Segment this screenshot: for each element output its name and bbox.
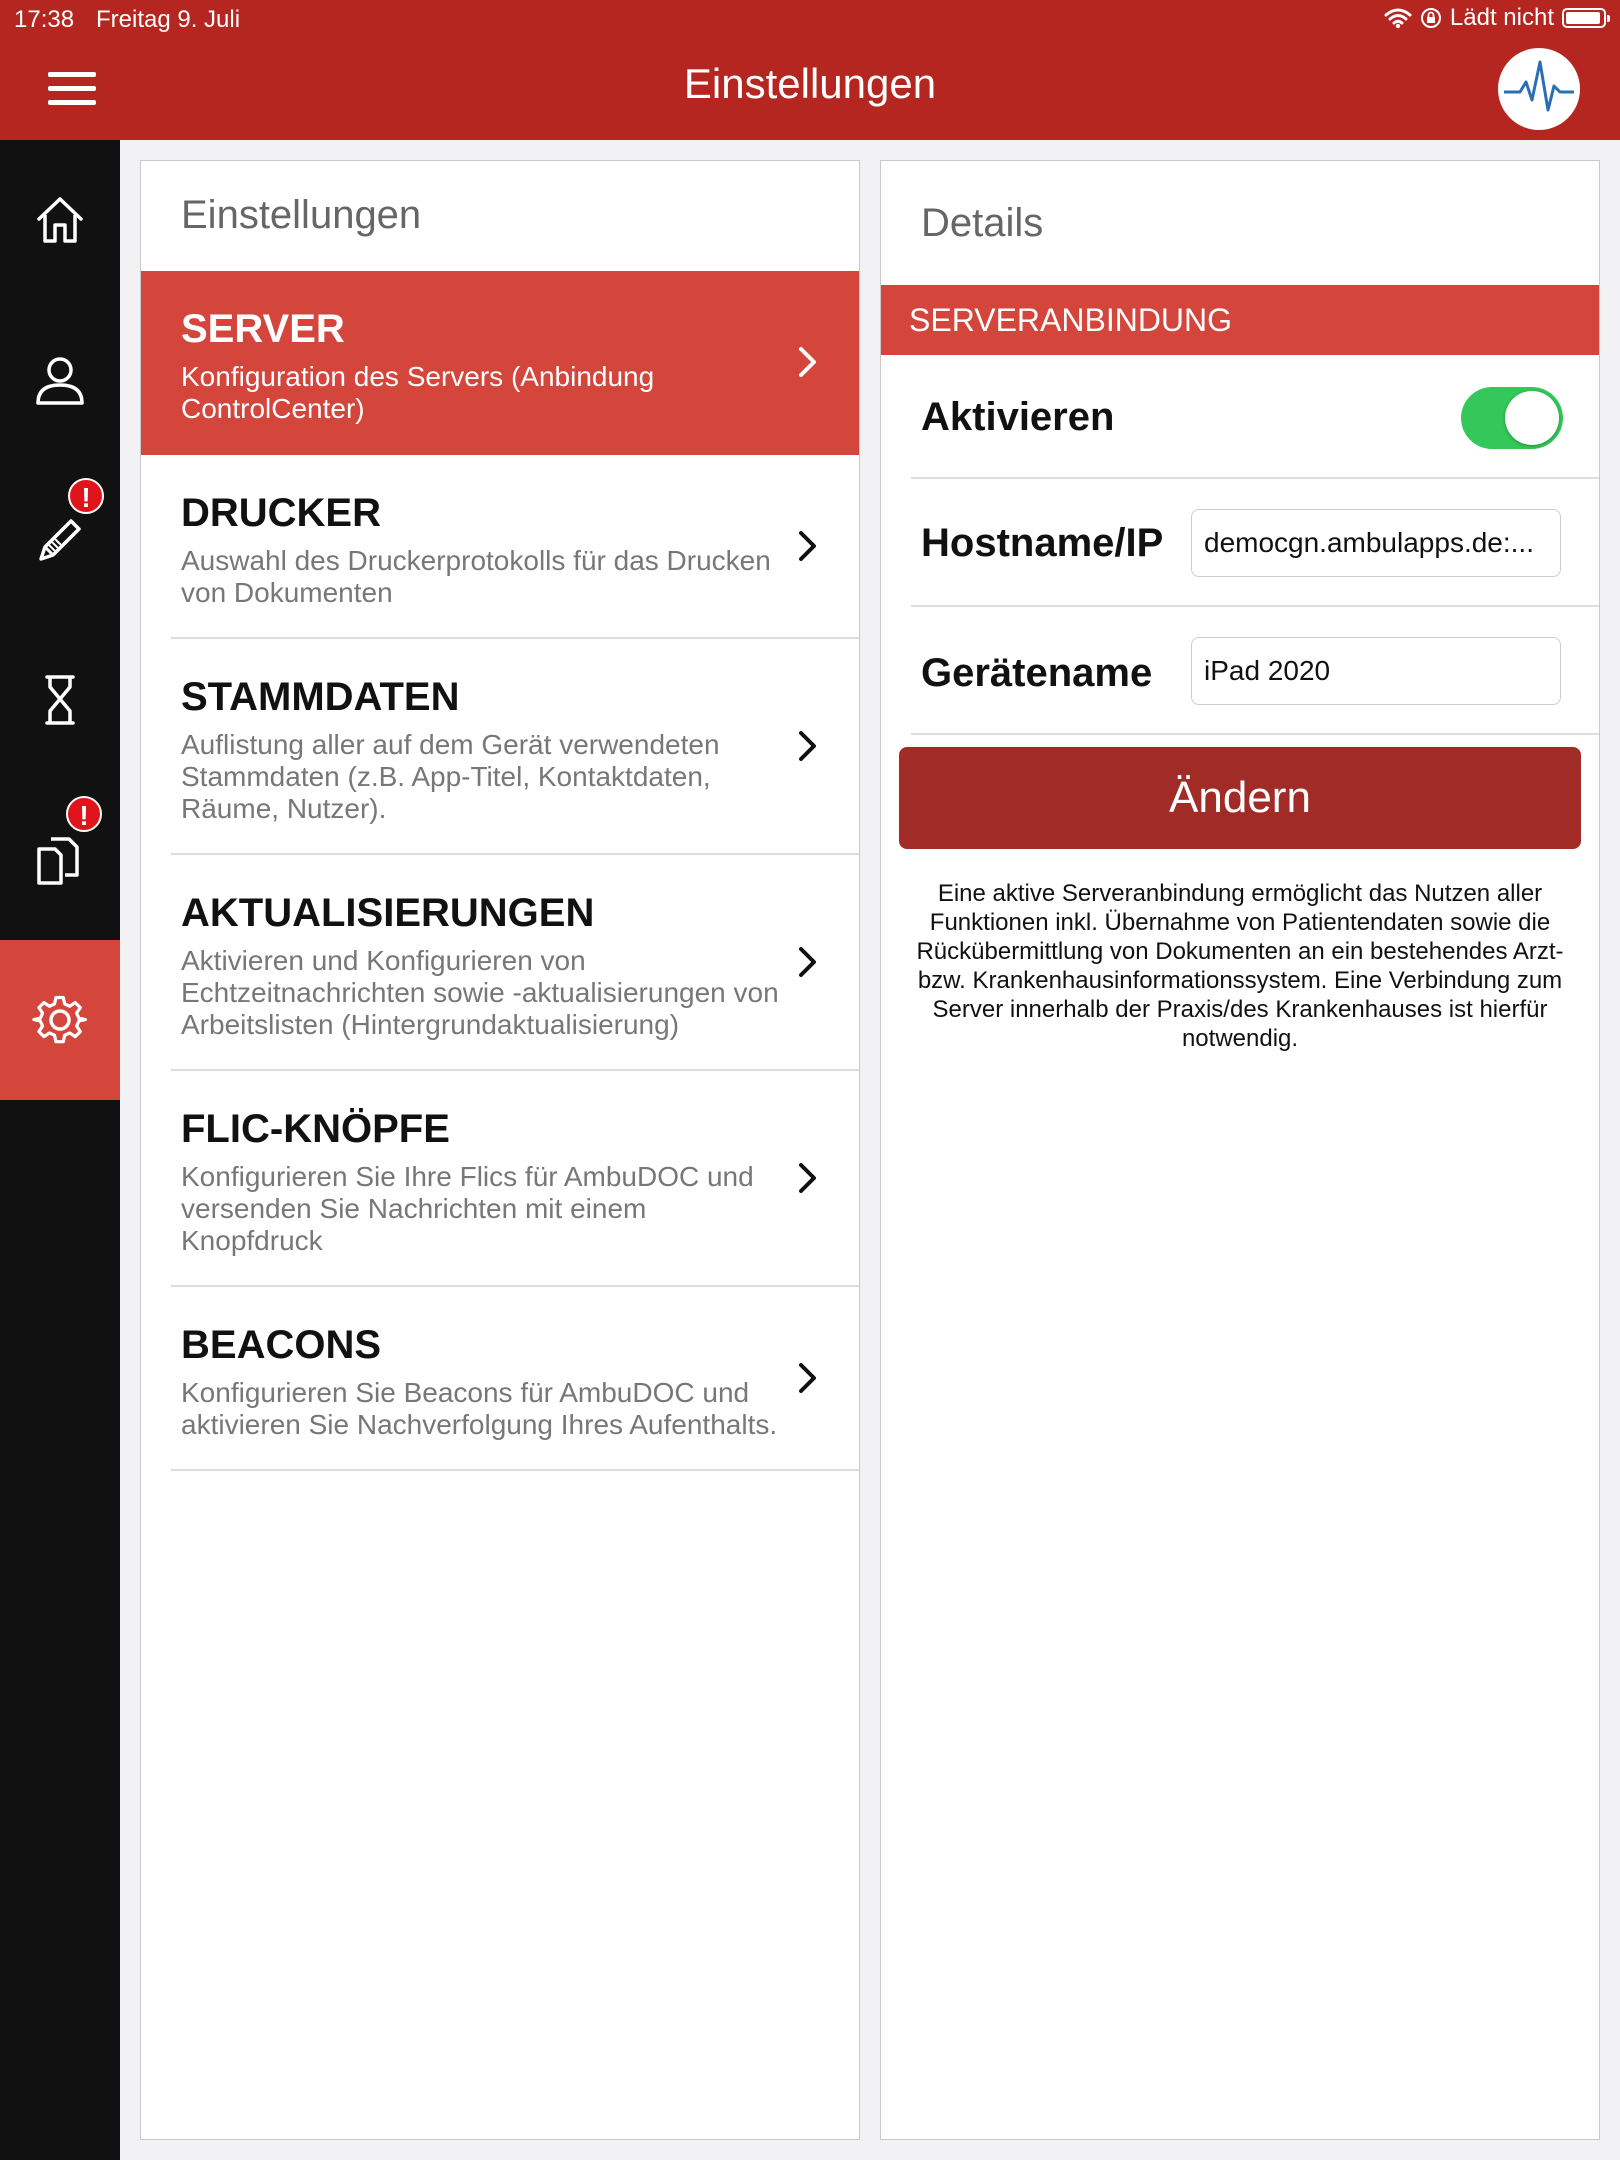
settings-heading: Einstellungen — [181, 193, 422, 237]
item-subtitle: Auflistung aller auf dem Gerät verwendet… — [181, 729, 720, 824]
status-date: Freitag 9. Juli — [96, 6, 241, 33]
settings-item-flic[interactable]: FLIC-KNÖPFE Konfigurieren Sie Ihre Flics… — [141, 1071, 859, 1287]
device-name-input[interactable] — [1191, 637, 1561, 705]
orientation-lock-icon — [1420, 8, 1441, 28]
heartbeat-icon — [1504, 60, 1574, 112]
item-title: DRUCKER — [181, 491, 381, 535]
chevron-right-icon — [799, 531, 816, 561]
item-subtitle: Konfiguration des Servers (Anbindung Con… — [181, 361, 655, 424]
nav-home[interactable] — [0, 140, 120, 300]
documents-icon — [37, 837, 79, 885]
status-time: 17:38 — [14, 6, 75, 33]
section-header: SERVERANBINDUNG — [881, 285, 1599, 355]
nav-documents[interactable]: ! — [0, 780, 120, 940]
change-button[interactable]: Ändern — [899, 747, 1581, 849]
chevron-right-icon — [799, 1163, 816, 1193]
nav-settings[interactable] — [0, 940, 120, 1100]
hostname-label: Hostname/IP — [921, 521, 1164, 565]
pencil-icon — [39, 519, 81, 561]
gear-icon — [32, 995, 87, 1044]
details-heading: Details — [921, 201, 1044, 245]
item-title: SERVER — [181, 307, 345, 351]
home-icon — [37, 197, 83, 243]
item-subtitle: Aktivieren und Konfigurieren von Echtzei… — [181, 945, 779, 1040]
alert-badge: ! — [66, 796, 102, 832]
alert-badge: ! — [68, 478, 104, 514]
sidebar: ! ! — [0, 140, 120, 2160]
settings-panel: Einstellungen SERVER Konfiguration des S… — [140, 160, 860, 2140]
item-subtitle: Konfigurieren Sie Ihre Flics für AmbuDOC… — [181, 1161, 754, 1256]
app-logo — [1498, 48, 1580, 130]
hostname-input[interactable] — [1191, 509, 1561, 577]
settings-item-drucker[interactable]: DRUCKER Auswahl des Druckerprotokolls fü… — [141, 455, 859, 639]
item-title: AKTUALISIERUNGEN — [181, 891, 595, 935]
wifi-icon — [1384, 8, 1412, 29]
chevron-right-icon — [799, 1363, 816, 1393]
settings-item-aktualisierungen[interactable]: AKTUALISIERUNGEN Aktivieren und Konfigur… — [141, 855, 859, 1071]
app-header: 17:38 Freitag 9. Juli Lädt nicht Einstel… — [0, 0, 1620, 140]
chevron-right-icon — [799, 731, 816, 761]
chevron-right-icon — [799, 947, 816, 977]
device-name-label: Gerätename — [921, 651, 1153, 695]
server-info-text: Eine aktive Serveranbindung ermöglicht d… — [916, 880, 1564, 1052]
item-subtitle: Auswahl des Druckerprotokolls für das Dr… — [181, 545, 771, 608]
page-title: Einstellungen — [683, 60, 937, 107]
activate-label: Aktivieren — [921, 395, 1115, 439]
user-icon — [36, 357, 84, 405]
charging-status: Lädt nicht — [1449, 4, 1554, 31]
nav-documentation[interactable]: ! — [0, 460, 120, 620]
chevron-right-icon — [799, 347, 816, 377]
nav-waiting[interactable] — [0, 620, 120, 780]
activate-toggle[interactable] — [1461, 387, 1563, 449]
details-panel: Details SERVERANBINDUNG Aktivieren Hostn… — [880, 160, 1600, 2140]
settings-item-beacons[interactable]: BEACONS Konfigurieren Sie Beacons für Am… — [141, 1287, 859, 1471]
hourglass-icon — [45, 675, 75, 725]
item-title: BEACONS — [181, 1323, 382, 1367]
settings-item-stammdaten[interactable]: STAMMDATEN Auflistung aller auf dem Gerä… — [141, 639, 859, 855]
item-subtitle: Konfigurieren Sie Beacons für AmbuDOC un… — [181, 1377, 778, 1440]
battery-icon — [1562, 8, 1610, 28]
item-title: STAMMDATEN — [181, 675, 460, 719]
nav-patients[interactable] — [0, 300, 120, 460]
status-indicators: Lädt nicht — [1384, 4, 1610, 32]
settings-item-server[interactable]: SERVER Konfiguration des Servers (Anbind… — [141, 271, 859, 455]
item-title: FLIC-KNÖPFE — [181, 1107, 450, 1151]
